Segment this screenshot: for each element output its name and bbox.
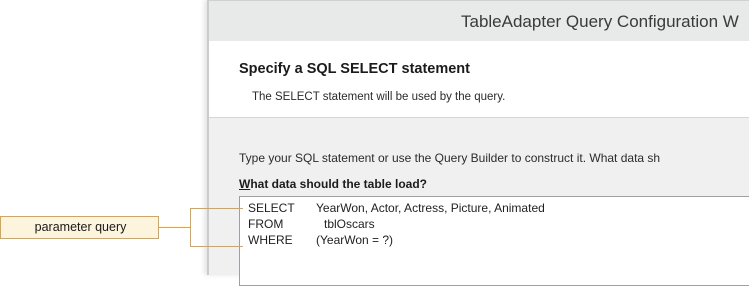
- sql-line-select: SELECT YearWon, Actor, Actress, Picture, …: [248, 201, 545, 217]
- page-subheading: The SELECT statement will be used by the…: [252, 91, 506, 103]
- page-heading: Specify a SQL SELECT statement: [239, 61, 470, 77]
- wizard-header: Specify a SQL SELECT statement The SELEC…: [209, 41, 749, 118]
- window-title: TableAdapter Query Configuration W: [461, 12, 739, 31]
- sql-line-from: FROM tblOscars: [248, 217, 375, 233]
- sql-statement-textbox[interactable]: SELECT YearWon, Actor, Actress, Picture, …: [239, 196, 749, 286]
- sql-keyword: FROM: [248, 217, 284, 231]
- sql-prompt-label: What data should the table load?: [239, 177, 427, 191]
- title-bar: TableAdapter Query Configuration W: [209, 0, 749, 42]
- callout-label: parameter query: [34, 220, 127, 234]
- sql-clause: (YearWon = ?): [316, 233, 394, 247]
- prompt-accelerator-key: W: [239, 177, 251, 191]
- sql-clause: YearWon, Actor, Actress, Picture, Animat…: [316, 201, 545, 215]
- query-configuration-window: TableAdapter Query Configuration W Speci…: [207, 0, 749, 286]
- sql-clause: tblOscars: [324, 217, 375, 231]
- parameter-query-callout: parameter query: [0, 216, 159, 239]
- callout-connector: [159, 208, 243, 247]
- instruction-text: Type your SQL statement or use the Query…: [239, 151, 661, 165]
- sql-line-where: WHERE (YearWon = ?): [248, 233, 393, 249]
- sql-keyword: WHERE: [248, 233, 293, 247]
- wizard-body: Type your SQL statement or use the Query…: [209, 118, 749, 286]
- sql-keyword: SELECT: [248, 201, 295, 215]
- prompt-label-rest: hat data should the table load?: [250, 177, 428, 191]
